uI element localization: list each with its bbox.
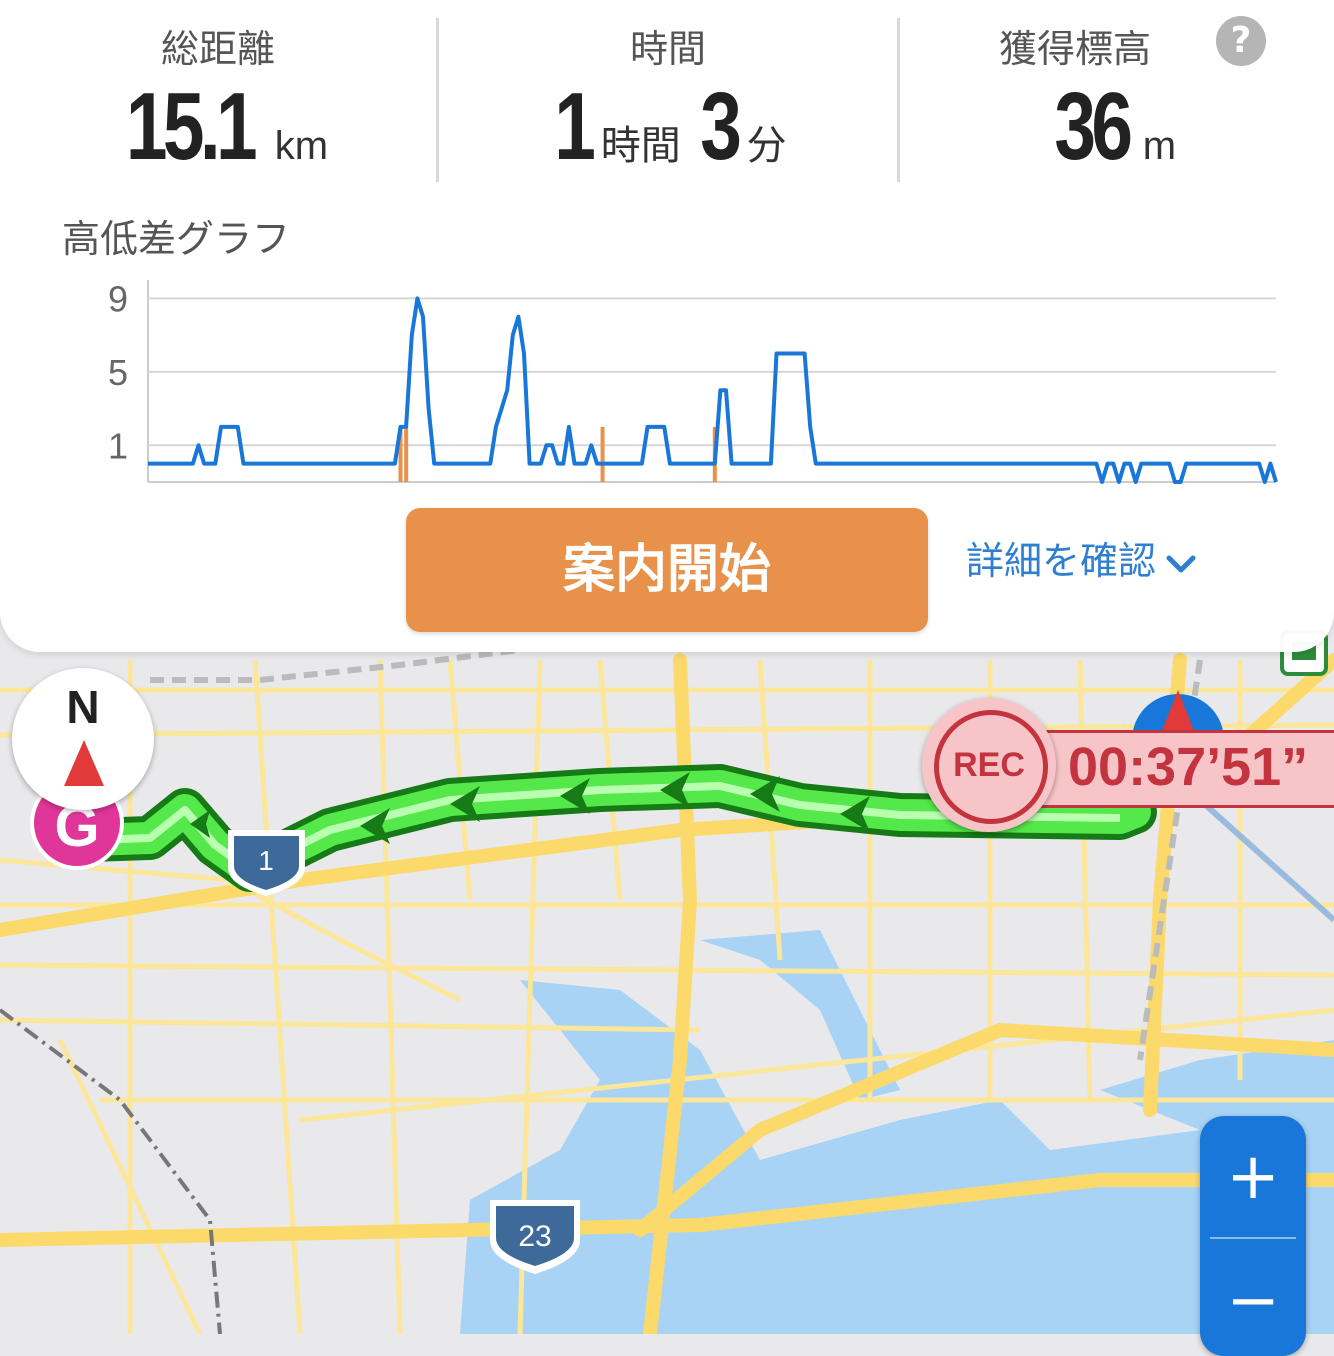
compass-button[interactable]: N — [12, 668, 154, 810]
route-1-number: 1 — [258, 845, 274, 876]
distance-value: 15.1 km — [0, 72, 436, 182]
elevation-gain-number: 36 — [1054, 73, 1133, 180]
chart-highlight-bar — [404, 426, 409, 482]
compass-north-label: N — [66, 681, 100, 733]
view-details-label: 詳細を確認 — [966, 539, 1157, 583]
zoom-control: + − — [1200, 1116, 1306, 1356]
distance-stat: 総距離 15.1 km — [0, 0, 436, 190]
time-minutes: 3 — [700, 73, 742, 180]
time-hours-unit: 時間 — [600, 124, 681, 168]
record-button[interactable]: REC — [922, 698, 1056, 832]
time-hours: 1 — [554, 73, 597, 180]
chart-y-tick-label: 5 — [108, 352, 128, 393]
help-icon[interactable]: ? — [1216, 16, 1266, 66]
elevation-gain-unit: m — [1142, 124, 1177, 168]
distance-label: 総距離 — [160, 27, 275, 71]
elevation-chart-title: 高低差グラフ — [62, 217, 291, 261]
route-23-number: 23 — [518, 1220, 551, 1253]
elevation-gain-value: 36 m — [900, 72, 1320, 182]
chart-grid — [147, 280, 1276, 483]
chart-y-tick-label: 1 — [108, 425, 128, 466]
time-minutes-unit: 分 — [746, 124, 787, 168]
time-label: 時間 — [629, 27, 706, 71]
route-summary-panel: 総距離 15.1 km 時間 1 時間 3分 獲得標高 36 m ? 高低差グラフ 9… — [0, 0, 1334, 652]
time-value: 1 時間 3分 — [439, 72, 897, 182]
elevation-gain-label: 獲得標高 — [998, 27, 1151, 71]
distance-unit: km — [274, 124, 329, 168]
record-label: REC — [953, 746, 1025, 784]
zoom-divider — [1210, 1237, 1296, 1239]
zoom-in-button[interactable]: + — [1200, 1122, 1306, 1232]
time-stat: 時間 1 時間 3分 — [439, 0, 897, 190]
chart-y-tick-label: 9 — [108, 278, 128, 319]
zoom-out-button[interactable]: − — [1200, 1246, 1306, 1356]
distance-number: 15.1 — [125, 73, 258, 180]
chevron-down-icon — [1166, 555, 1196, 572]
recording-elapsed-time: 00:37’51” — [1068, 737, 1309, 797]
chart-highlight-bar — [600, 426, 605, 482]
elevation-series-line — [148, 296, 1278, 484]
north-arrow-icon — [64, 740, 104, 786]
chart-y-ticks: 9 5 1 — [108, 278, 128, 466]
start-guidance-button[interactable]: 案内開始 — [406, 508, 928, 632]
view-details-link[interactable]: 詳細を確認 — [966, 530, 1198, 585]
elevation-chart: 9 5 1 — [108, 278, 1278, 484]
